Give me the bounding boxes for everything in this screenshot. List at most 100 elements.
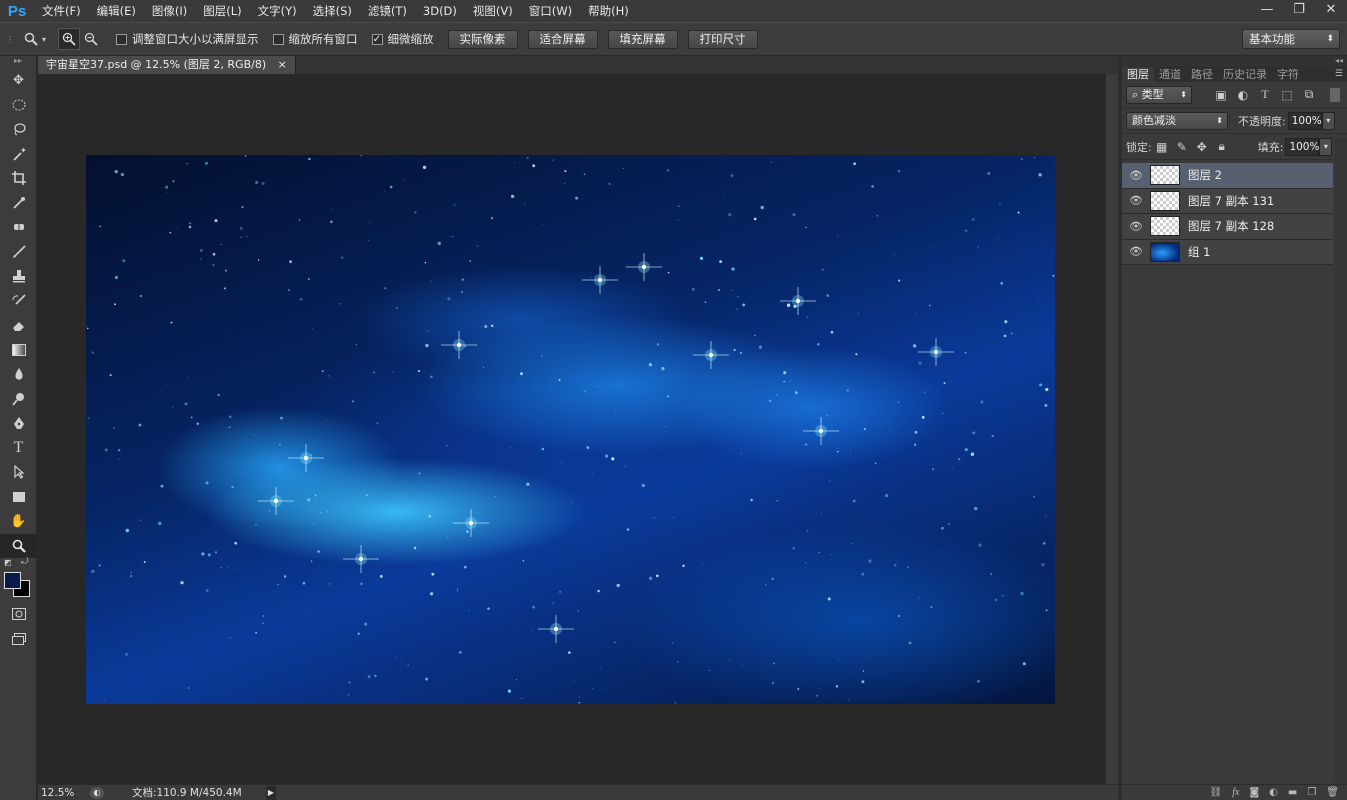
dodge-tool-icon[interactable] [0,387,37,412]
visibility-eye-icon[interactable]: 👁︎ [1122,245,1150,258]
new-layer-icon[interactable]: ❐ [1307,787,1316,798]
tab-history[interactable]: 历史记录 [1218,67,1272,82]
menu-select[interactable]: 选择(S) [305,0,360,22]
layers-scrollbar[interactable] [1335,138,1347,783]
filter-kind-select[interactable]: ⌕ 类型 ⬍ [1126,85,1192,104]
zoom-tool-icon[interactable] [0,533,37,558]
close-button[interactable]: ✕ [1315,0,1347,20]
close-tab-icon[interactable]: × [278,58,287,71]
menu-edit[interactable]: 编辑(E) [89,0,144,22]
move-tool-icon[interactable]: ✥ [0,68,37,93]
adjustment-icon[interactable]: ◐ [1269,787,1278,798]
type-tool-icon[interactable]: T [0,436,37,461]
quick-mask-icon[interactable] [0,602,37,627]
minimize-button[interactable]: — [1251,0,1283,20]
link-icon[interactable]: ⛓ [1210,787,1223,798]
status-info-icon[interactable]: ◐ [90,786,104,799]
fill-input[interactable]: 100% [1285,137,1319,156]
lock-position-icon[interactable]: ✥ [1192,140,1212,154]
document-tab[interactable]: 宇宙星空37.psd @ 12.5% (图层 2, RGB/8) × [38,56,296,74]
menu-image[interactable]: 图像(I) [144,0,195,22]
resize-windows-checkbox[interactable]: 调整窗口大小以满屏显示 [116,31,259,47]
rectangle-tool-icon[interactable] [0,485,37,510]
screen-mode-icon[interactable] [0,627,37,652]
zoom-out-icon[interactable] [80,28,102,50]
magic-wand-tool-icon[interactable]: ✦ [0,142,37,167]
tab-layers[interactable]: 图层 [1122,67,1154,82]
zoom-all-windows-checkbox[interactable]: 缩放所有窗口 [272,31,358,47]
menu-help[interactable]: 帮助(H) [580,0,637,22]
filter-toggle-switch[interactable] [1330,87,1340,102]
status-menu-arrow-icon[interactable]: ▶ [266,785,276,800]
blur-tool-icon[interactable] [0,362,37,387]
layer-row-group-1[interactable]: 👁︎ 组 1 [1122,239,1333,265]
toolbar-grip[interactable]: ▸▸ [0,56,36,68]
menu-filter[interactable]: 滤镜(T) [360,0,415,22]
tab-paths[interactable]: 路径 [1186,67,1218,82]
fit-screen-button[interactable]: 适合屏幕 [527,29,598,49]
vertical-scrollbar[interactable] [1106,74,1118,784]
fill-chevron-down-icon[interactable]: ▾ [1319,137,1333,156]
canvas-area[interactable] [38,74,1106,784]
filter-shape-icon[interactable]: ⬚ [1276,88,1298,102]
blend-mode-select[interactable]: 颜色减淡 ⬍ [1126,111,1228,130]
lasso-tool-icon[interactable] [0,117,37,142]
actual-pixels-button[interactable]: 实际像素 [447,29,518,49]
filter-adjustment-icon[interactable]: ◐ [1232,88,1254,102]
opacity-input[interactable]: 100% [1287,111,1322,130]
restore-button[interactable]: ❐ [1283,0,1315,20]
eraser-tool-icon[interactable] [0,313,37,338]
zoom-level[interactable]: 12.5% [38,787,90,799]
path-selection-tool-icon[interactable] [0,460,37,485]
swap-colors-icon[interactable]: ⤾ [21,557,29,567]
brush-tool-icon[interactable] [0,240,37,265]
fx-icon[interactable]: fx [1232,787,1239,798]
mask-icon[interactable]: ◙ [1249,787,1259,798]
trash-icon[interactable]: 🗑︎ [1326,787,1339,798]
zoom-tool-preset-icon[interactable] [20,28,42,50]
menu-layer[interactable]: 图层(L) [195,0,249,22]
folder-icon[interactable]: ▬ [1288,787,1297,798]
default-colors-icon[interactable]: ◩ [4,558,12,567]
opacity-chevron-down-icon[interactable]: ▾ [1321,111,1335,130]
eyedropper-tool-icon[interactable] [0,191,37,216]
panel-menu-icon[interactable]: ☰ [1335,67,1347,82]
visibility-eye-icon[interactable]: 👁︎ [1122,194,1150,207]
healing-brush-tool-icon[interactable] [0,215,37,240]
clone-stamp-tool-icon[interactable] [0,264,37,289]
layer-row-layer-7-copy-131[interactable]: 👁︎ 图层 7 副本 131 [1122,188,1333,214]
lock-all-icon[interactable]: 🔒︎ [1212,139,1232,154]
scrubby-zoom-checkbox[interactable]: ✓ 细微缩放 [371,31,434,47]
menu-view[interactable]: 视图(V) [465,0,521,22]
zoom-in-icon[interactable] [58,28,80,50]
visibility-eye-icon[interactable]: 👁︎ [1122,220,1150,233]
print-size-button[interactable]: 打印尺寸 [687,29,758,49]
menu-3d[interactable]: 3D(D) [415,0,465,22]
tab-character[interactable]: 字符 [1272,67,1304,82]
filter-smart-object-icon[interactable]: ⧉ [1298,87,1320,102]
foreground-color-swatch[interactable] [4,572,21,589]
gradient-tool-icon[interactable] [0,338,37,363]
panel-collapse-grip[interactable]: ◂◂ [1122,56,1347,66]
visibility-eye-icon[interactable]: 👁︎ [1122,169,1150,182]
menu-type[interactable]: 文字(Y) [250,0,305,22]
star [970,452,975,456]
lock-transparent-icon[interactable]: ▦ [1152,140,1172,154]
pen-tool-icon[interactable] [0,411,37,436]
layer-row-layer-7-copy-128[interactable]: 👁︎ 图层 7 副本 128 [1122,214,1333,240]
menu-file[interactable]: 文件(F) [34,0,89,22]
history-brush-tool-icon[interactable] [0,289,37,314]
starry-galaxy-image[interactable] [86,155,1055,704]
workspace-select[interactable]: 基本功能 ⬍ [1242,29,1340,49]
marquee-tool-icon[interactable] [0,93,37,118]
tab-channels[interactable]: 通道 [1154,67,1186,82]
layer-row-layer-2[interactable]: 👁︎ 图层 2 [1122,163,1333,189]
lock-image-icon[interactable]: ✎ [1172,140,1192,154]
fill-screen-button[interactable]: 填充屏幕 [607,29,678,49]
menu-window[interactable]: 窗口(W) [521,0,580,22]
filter-type-icon[interactable]: T [1254,87,1276,102]
hand-tool-icon[interactable]: ✋ [0,509,37,534]
filter-pixel-icon[interactable]: ▣ [1210,88,1232,102]
preset-chevron-down-icon[interactable]: ▾ [42,35,52,44]
crop-tool-icon[interactable] [0,166,37,191]
